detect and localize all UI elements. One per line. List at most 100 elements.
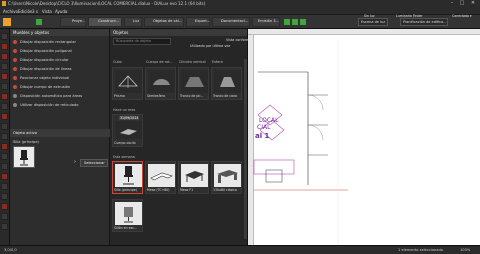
table-icon: [181, 164, 208, 187]
furniture-panel: Muebles y objetos Dibujar disposición re…: [10, 29, 110, 245]
tool-icon-15[interactable]: [1, 173, 8, 180]
tile-label: Prisma: [114, 94, 125, 98]
cone-frustum-icon: [214, 70, 241, 93]
tool-icon-19[interactable]: [1, 213, 8, 220]
app-logo-icon: [2, 1, 6, 6]
recent-date: 31/09/2024: [119, 116, 140, 120]
hemisphere-icon: [148, 70, 175, 93]
object-tile[interactable]: Sillón en esc...: [112, 199, 143, 232]
list-item[interactable]: Dibujar cuerpo de extrusión: [10, 83, 110, 91]
menu-archivo[interactable]: Archivo: [3, 9, 18, 14]
tile-label: Tronco de pir...: [180, 94, 204, 98]
tool-icon-2[interactable]: [1, 43, 8, 50]
canvas-label-local: LOCAL: [259, 117, 279, 124]
planning-select[interactable]: Planificación de edifica...: [400, 18, 448, 26]
tool-icon-17[interactable]: [1, 193, 8, 200]
active-object-section: Objeto activo: [10, 129, 110, 137]
tool-icon-5[interactable]: [1, 73, 8, 80]
pyramid-frustum-icon: [181, 70, 208, 93]
tool-icon-16[interactable]: [1, 183, 8, 190]
list-item[interactable]: Posicionar objeto individual: [10, 74, 110, 82]
tile-label: Semiesfera: [147, 94, 165, 98]
list-item-label: Utilizar disposición de reticulado: [20, 103, 79, 107]
object-tile[interactable]: Mesa F1: [178, 161, 209, 194]
shape-label: Cuerpo de rot...: [146, 60, 173, 64]
object-tile[interactable]: 31/09/2024 Cuerpo oscilo: [112, 114, 143, 147]
tab-construccion-label: Construcc...: [98, 19, 120, 23]
menu-3s[interactable]: 3 s: [32, 9, 38, 14]
tool-icon-7[interactable]: [1, 93, 8, 100]
select-button[interactable]: Seleccionar: [80, 159, 108, 167]
coordinates: 3,0/0,0: [4, 248, 17, 252]
object-tile[interactable]: Tronco de cono: [211, 67, 242, 100]
tool-icon-8[interactable]: [1, 103, 8, 110]
tab-objetos-calculo-label: Objetos de cál...: [153, 19, 183, 23]
tool-icon-14[interactable]: [1, 163, 8, 170]
minimize-button[interactable]: –: [448, 1, 456, 6]
floor-plan[interactable]: [248, 35, 480, 245]
list-item[interactable]: Dibujar disposición circular: [10, 56, 110, 64]
cuboid-icon: [115, 121, 142, 139]
luminaire-finder[interactable]: Luminario Finder: [396, 14, 423, 18]
tool-icon-12[interactable]: [1, 143, 8, 150]
menu-vista[interactable]: Vista: [42, 9, 52, 14]
tab-export-label: Export...: [195, 19, 211, 23]
shape-label: Esfera: [212, 60, 223, 64]
tile-label: Sillón en esc...: [114, 226, 138, 230]
canvas-label-cial: CIAL: [257, 124, 271, 131]
object-search-input[interactable]: Búsqueda de objeto: [113, 38, 171, 45]
tool-icon-4[interactable]: [1, 63, 8, 70]
user-caret-icon[interactable]: ▾: [470, 14, 472, 18]
tile-label: Tronco de cono: [213, 94, 238, 98]
close-button[interactable]: ✕: [469, 1, 477, 6]
user-status[interactable]: Conectado: [452, 14, 469, 18]
list-item[interactable]: Dibujar disposición poligonal: [10, 47, 110, 55]
tool-icon-3[interactable]: [1, 53, 8, 60]
object-tile[interactable]: Mesa (TC+80): [145, 161, 176, 194]
tab-emision-label: Emisión 3...: [258, 19, 279, 23]
list-item[interactable]: Utilizar disposición de reticulado: [10, 101, 110, 109]
tool-icon-11[interactable]: [1, 133, 8, 140]
object-tile[interactable]: 130x80 clásica: [211, 161, 242, 194]
object-tile[interactable]: Silla (príncipe): [112, 161, 143, 194]
list-item[interactable]: Disposición automática para áreas: [10, 92, 110, 100]
zoom-level[interactable]: 100%: [460, 248, 470, 252]
shape-label: Cilindro vertical: [179, 60, 206, 64]
tool-icon-1[interactable]: [1, 33, 8, 40]
tool-icon-6[interactable]: [1, 83, 8, 90]
view-icon-3[interactable]: [300, 19, 306, 25]
list-item[interactable]: Dibujar disposición de líneas: [10, 65, 110, 73]
maximize-button[interactable]: □: [458, 1, 466, 6]
sort-dropdown[interactable]: Utilizado por última vez: [190, 44, 230, 48]
menu-edicion[interactable]: Edición: [18, 9, 32, 14]
list-item[interactable]: Dibujar disposición rectangular: [10, 38, 110, 46]
list-item-label: Dibujar disposición circular: [20, 58, 69, 62]
play-icon[interactable]: [36, 19, 42, 25]
list-item-label: Dibujar disposición rectangular: [20, 40, 76, 44]
tool-icon-9[interactable]: [1, 113, 8, 120]
tab-luz-label: Luz: [133, 19, 140, 23]
office-chair-icon: [115, 164, 142, 187]
tool-icon-10[interactable]: [1, 123, 8, 130]
scene-select[interactable]: Escena de luz 1: [358, 18, 388, 26]
title-bar: C:\Users\Nicole\Desktop\CICLO 3\Iluminac…: [0, 0, 480, 8]
view-icon-2[interactable]: [292, 19, 298, 25]
list-item-label: Dibujar disposición poligonal: [20, 49, 72, 53]
main-toolbar: Proye... Construcc... Luz Objetos de cál…: [0, 14, 480, 29]
tool-icon-13[interactable]: [1, 153, 8, 160]
mode-label[interactable]: Sin luz: [364, 14, 375, 18]
object-tile[interactable]: Tronco de pir...: [178, 67, 209, 100]
tool-icon-18[interactable]: [1, 203, 8, 210]
object-tile[interactable]: Prisma: [112, 67, 143, 100]
shape-label: Cubo: [113, 60, 122, 64]
view-icon-1[interactable]: [284, 19, 290, 25]
menu-ayuda[interactable]: Ayuda: [55, 9, 67, 14]
object-tile[interactable]: Semiesfera: [145, 67, 176, 100]
tool-icon-20[interactable]: [1, 223, 8, 230]
catalog-scrollbar[interactable]: [244, 59, 247, 239]
tab-proyecto-label: Proye...: [72, 19, 86, 23]
tile-label: Cuerpo oscilo: [114, 141, 136, 145]
select-arrow-icon[interactable]: ›: [74, 159, 76, 165]
active-object-thumbnail: [13, 146, 35, 168]
tile-label: Mesa F1: [180, 188, 194, 192]
